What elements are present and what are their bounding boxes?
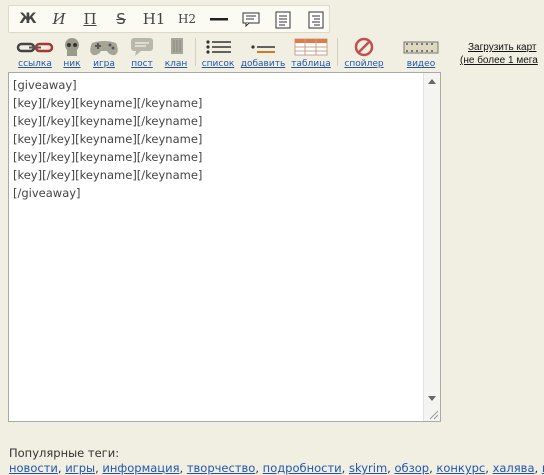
tag-link[interactable]: творчество: [187, 461, 256, 475]
chain-link-icon: [16, 42, 54, 53]
insert-post-label: пост: [131, 59, 153, 69]
upload-size-limit-text: (не более 1 мега: [460, 55, 538, 66]
popular-tags-label: Популярные теги:: [9, 446, 120, 460]
gamepad-icon: [90, 41, 118, 56]
tag-link[interactable]: подробности: [263, 461, 342, 475]
insert-link-label: ссылка: [18, 59, 52, 69]
align-right-button[interactable]: [305, 9, 327, 29]
tag-link[interactable]: конкурс: [436, 461, 485, 475]
insert-video-button[interactable]: видео: [401, 36, 441, 70]
align-left-button[interactable]: [272, 9, 294, 29]
message-textarea[interactable]: [giveaway] [key][/key][keyname][/keyname…: [9, 73, 425, 421]
insert-clan-button[interactable]: клан: [162, 36, 190, 70]
insert-nick-button[interactable]: ник: [60, 36, 84, 70]
insert-list-label: список: [201, 59, 235, 69]
insert-game-button[interactable]: игра: [88, 36, 120, 70]
horizontal-rule-icon: [210, 18, 228, 21]
add-list-item-label: добавить: [240, 59, 286, 69]
insert-spoiler-button[interactable]: спойлер: [341, 36, 387, 70]
insert-link-button[interactable]: ссылка: [14, 36, 56, 70]
insert-post-button[interactable]: пост: [128, 36, 156, 70]
align-right-icon: [308, 11, 324, 29]
insert-game-label: игра: [93, 59, 115, 69]
message-editor: [giveaway] [key][/key][keyname][/keyname…: [8, 72, 441, 422]
tag-link[interactable]: игры: [65, 461, 95, 475]
insert-table-label: таблица: [291, 59, 331, 69]
scroll-up-arrow-icon[interactable]: [428, 79, 436, 84]
tag-link[interactable]: новости: [9, 461, 58, 475]
list-icon: [206, 40, 231, 54]
speech-bubble-icon: [131, 38, 153, 56]
tag-link[interactable]: информация: [102, 461, 179, 475]
insert-video-label: видео: [406, 59, 436, 69]
horizontal-rule-button[interactable]: [208, 9, 230, 29]
tag-link[interactable]: skyrim: [349, 461, 387, 475]
insert-spoiler-label: спойлер: [344, 59, 384, 69]
heading1-button[interactable]: H1: [141, 9, 167, 29]
insert-list-button[interactable]: список: [199, 36, 237, 70]
add-list-item-button[interactable]: добавить: [239, 36, 287, 70]
underline-button[interactable]: П: [79, 9, 101, 29]
film-icon: [403, 41, 439, 54]
insert-clan-label: клан: [164, 59, 188, 69]
skull-icon: [65, 38, 79, 56]
resize-grip-icon[interactable]: [427, 408, 439, 420]
insert-nick-label: ник: [63, 59, 81, 69]
table-icon: [294, 38, 328, 56]
toolbar-separator: [195, 38, 196, 66]
add-list-icon: [251, 45, 275, 53]
bold-button[interactable]: Ж: [17, 9, 39, 29]
quote-icon: [242, 12, 260, 27]
editor-scrollbar[interactable]: [423, 73, 440, 421]
format-toolbar: Ж И П S H1 H2: [8, 5, 330, 33]
insert-table-button[interactable]: таблица: [290, 36, 332, 70]
no-entry-icon: [354, 37, 374, 57]
popular-tags-list: новости, игры, информация, творчество, п…: [9, 461, 544, 475]
tag-link[interactable]: халява: [493, 461, 535, 475]
flag-icon: [171, 38, 183, 54]
upload-image-text: Загрузить карт: [468, 42, 537, 53]
upload-image-link[interactable]: Загрузить карт (не более 1 мега: [460, 41, 544, 67]
scroll-down-arrow-icon[interactable]: [428, 396, 436, 401]
italic-button[interactable]: И: [48, 9, 70, 29]
align-left-icon: [275, 11, 291, 29]
tag-link[interactable]: обзор: [394, 461, 429, 475]
strikethrough-button[interactable]: S: [110, 9, 132, 29]
quote-button[interactable]: [240, 9, 262, 29]
toolbar-separator: [337, 38, 338, 66]
heading2-button[interactable]: H2: [175, 9, 199, 29]
